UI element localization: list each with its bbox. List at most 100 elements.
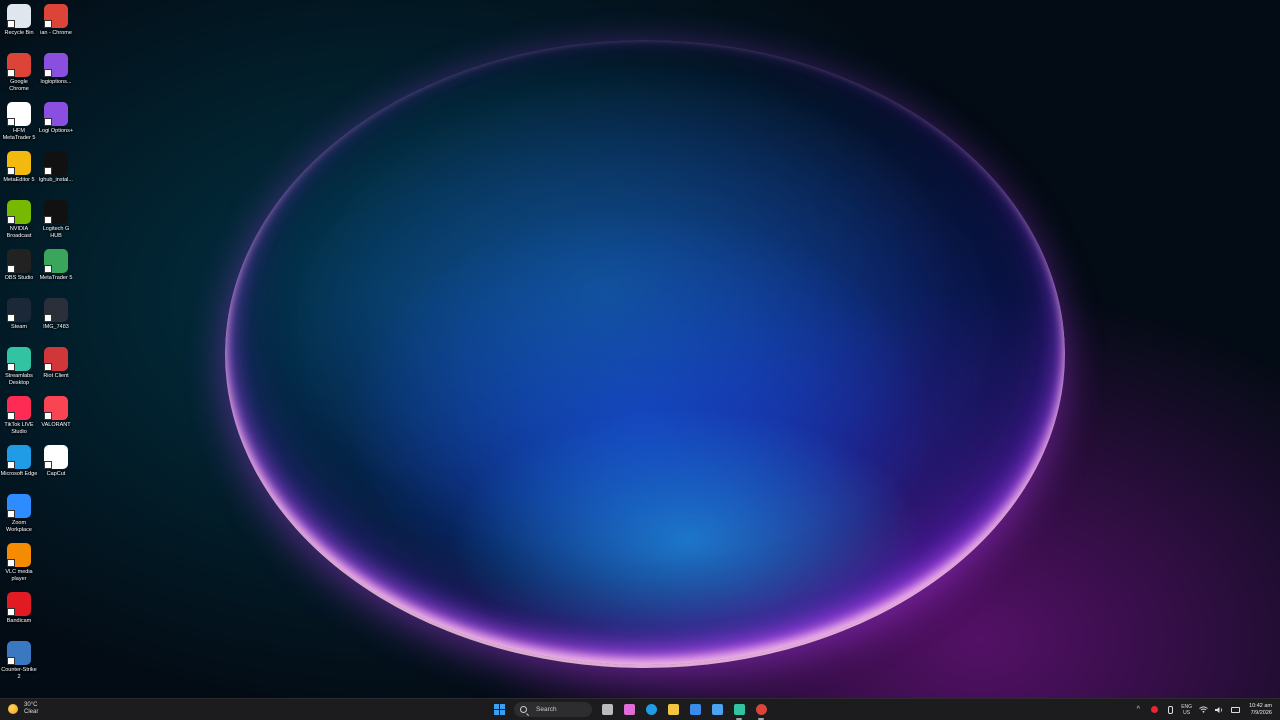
system-tray: ^ ENG US 10:42 am 7/9/2026: [1130, 701, 1272, 718]
riot-client-icon: [44, 347, 68, 371]
desktop-icon[interactable]: NVIDIA Broadcast: [0, 198, 38, 246]
weather-widget[interactable]: 30°C Clear: [8, 702, 38, 716]
desktop-icon-label: Recycle Bin: [4, 30, 34, 36]
desktop-icon-label: Zoom Workplace: [6, 520, 32, 533]
capcut-icon: [44, 445, 68, 469]
metaeditor-icon: [7, 151, 31, 175]
shortcut-arrow-icon: [7, 314, 15, 322]
taskbar-chrome-button[interactable]: [753, 702, 769, 720]
desktop-icon[interactable]: Recycle Bin: [0, 2, 38, 50]
desktop-icon[interactable]: Streamlabs Desktop: [0, 345, 38, 393]
tiktok-live-icon: [7, 396, 31, 420]
tray-app-icon[interactable]: [1149, 705, 1159, 715]
vlc-icon: [7, 543, 31, 567]
desktop-icon-label: Streamlabs Desktop: [5, 373, 33, 386]
search-input[interactable]: [534, 705, 586, 714]
chrome-icon: [755, 704, 767, 715]
task-view-icon: [601, 704, 613, 715]
clock[interactable]: 10:42 am 7/9/2026: [1249, 703, 1272, 717]
weather-temp: 30°C: [24, 702, 38, 708]
logi-options-plus-icon: [44, 102, 68, 126]
file-explorer-icon: [667, 704, 679, 715]
shortcut-arrow-icon: [44, 69, 52, 77]
chrome-icon: [7, 53, 31, 77]
weather-sun-icon: [8, 704, 18, 714]
desktop-icon[interactable]: Counter-Strike 2: [0, 639, 38, 687]
desktop-icon-label: Logitech G HUB: [42, 226, 70, 239]
desktop-icon[interactable]: CapCut: [37, 443, 75, 491]
bandicam-icon: [7, 592, 31, 616]
shortcut-arrow-icon: [44, 363, 52, 371]
desktop-icon[interactable]: MetaTrader 5: [37, 247, 75, 295]
taskbar: 30°C Clear ^ ENG US: [0, 698, 1280, 720]
desktop-icon[interactable]: TikTok LIVE Studio: [0, 394, 38, 442]
microphone-icon[interactable]: [1165, 705, 1175, 715]
search-icon: [520, 706, 527, 713]
taskbar-search[interactable]: [514, 702, 592, 717]
desktop-icon-label: Counter-Strike 2: [1, 667, 37, 680]
desktop-icon[interactable]: IMG_7483: [37, 296, 75, 344]
taskbar-task-view-button[interactable]: [599, 702, 615, 718]
desktop-icon-label: Riot Client: [43, 373, 69, 379]
wifi-icon[interactable]: [1198, 705, 1208, 715]
desktop-icon[interactable]: MetaEditor 5: [0, 149, 38, 197]
recycle-bin-icon: [7, 4, 31, 28]
clock-date: 7/9/2026: [1250, 709, 1272, 716]
desktop-icon[interactable]: lghub_instal...: [37, 149, 75, 197]
lghub-installer-icon: [44, 151, 68, 175]
desktop-icon[interactable]: Riot Client: [37, 345, 75, 393]
taskbar-mail-button[interactable]: [709, 702, 725, 718]
desktop-icon[interactable]: Microsoft Edge: [0, 443, 38, 491]
shortcut-arrow-icon: [7, 20, 15, 28]
shortcut-arrow-icon: [7, 363, 15, 371]
shortcut-arrow-icon: [7, 216, 15, 224]
language-indicator[interactable]: ENG US: [1181, 704, 1192, 716]
desktop-icon-label: TikTok LIVE Studio: [4, 422, 34, 435]
taskbar-microsoft-store-button[interactable]: [687, 702, 703, 718]
shortcut-arrow-icon: [44, 20, 52, 28]
shortcut-arrow-icon: [7, 657, 15, 665]
desktop-icon[interactable]: OBS Studio: [0, 247, 38, 295]
desktop-icon[interactable]: Zoom Workplace: [0, 492, 38, 540]
desktop-icon[interactable]: logioptions...: [37, 51, 75, 99]
desktop-icon[interactable]: Google Chrome: [0, 51, 38, 99]
chevron-up-icon[interactable]: ^: [1133, 705, 1143, 715]
start-button[interactable]: [491, 702, 507, 718]
shortcut-arrow-icon: [7, 608, 15, 616]
taskbar-apps: [596, 702, 772, 720]
streamlabs-icon: [7, 347, 31, 371]
desktop-icon-label: VLC media player: [5, 569, 33, 582]
desktop-icon[interactable]: HFM MetaTrader 5: [0, 100, 38, 148]
shortcut-arrow-icon: [7, 412, 15, 420]
desktop: Recycle Bin Google Chrome HFM MetaTrader 5…: [0, 0, 1280, 698]
microsoft-store-icon: [689, 704, 701, 715]
taskbar-copilot-button[interactable]: [621, 702, 637, 718]
steam-icon: [7, 298, 31, 322]
desktop-icon[interactable]: ian - Chrome: [37, 2, 75, 50]
weather-condition: Clear: [24, 709, 39, 715]
shortcut-arrow-icon: [7, 118, 15, 126]
desktop-icon[interactable]: Logi Options+: [37, 100, 75, 148]
volume-icon[interactable]: [1214, 705, 1224, 715]
desktop-icon[interactable]: Steam: [0, 296, 38, 344]
shortcut-arrow-icon: [44, 167, 52, 175]
taskbar-edge-button[interactable]: [643, 702, 659, 718]
desktop-icon[interactable]: Logitech G HUB: [37, 198, 75, 246]
desktop-icon-label: lghub_instal...: [39, 177, 73, 183]
desktop-icon[interactable]: VLC media player: [0, 541, 38, 589]
taskbar-file-explorer-button[interactable]: [665, 702, 681, 718]
shortcut-arrow-icon: [44, 118, 52, 126]
battery-icon[interactable]: [1230, 705, 1240, 715]
desktop-icon-label: MetaEditor 5: [3, 177, 35, 183]
desktop-icon[interactable]: VALORANT: [37, 394, 75, 442]
logi-options-icon: [44, 53, 68, 77]
shortcut-arrow-icon: [44, 314, 52, 322]
chrome-profile-icon: [44, 4, 68, 28]
image-file-icon: [44, 298, 68, 322]
shortcut-arrow-icon: [7, 510, 15, 518]
edge-icon: [645, 704, 657, 715]
desktop-icon[interactable]: Bandicam: [0, 590, 38, 638]
shortcut-arrow-icon: [44, 461, 52, 469]
taskbar-streamlabs-button[interactable]: [731, 702, 747, 720]
nvidia-broadcast-icon: [7, 200, 31, 224]
